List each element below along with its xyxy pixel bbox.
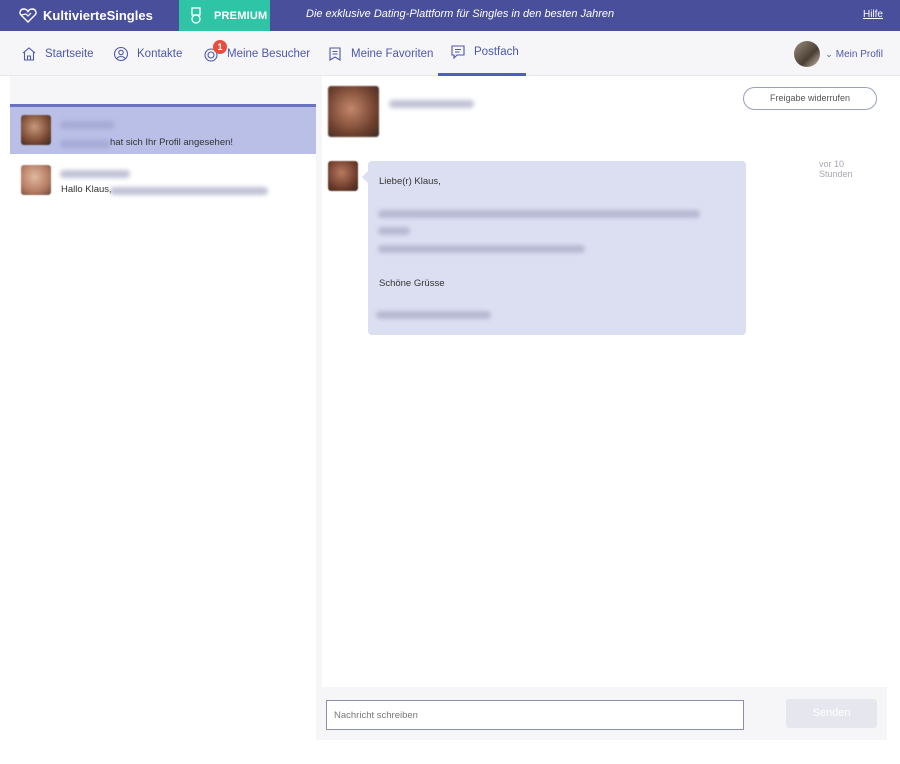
- nav-item-kontakte[interactable]: Kontakte: [113, 31, 182, 76]
- profile-menu-label: Mein Profil: [835, 48, 883, 60]
- contact-name-redacted: [389, 100, 474, 108]
- contact-avatar: [21, 165, 51, 195]
- message-greeting: Liebe(r) Klaus,: [379, 176, 441, 187]
- contact-avatar[interactable]: [328, 86, 379, 137]
- top-bar: KultivierteSingles PREMIUM Die exklusive…: [0, 0, 900, 31]
- nav-label: Startseite: [45, 47, 94, 60]
- contact-name-redacted: [60, 121, 115, 129]
- conversation-sidebar: hat sich Ihr Profil angesehen! Hallo Kla…: [10, 76, 316, 740]
- sender-avatar: [328, 161, 358, 191]
- conversation-preview: Hallo Klaus,: [61, 184, 112, 195]
- premium-button[interactable]: PREMIUM: [179, 0, 270, 31]
- message-body-redacted: [378, 245, 585, 253]
- message-bubble: Liebe(r) Klaus, Schöne Grüsse: [362, 161, 746, 335]
- avatar: [794, 41, 821, 67]
- contact-avatar: [21, 115, 51, 145]
- conversation-list: hat sich Ihr Profil angesehen! Hallo Kla…: [10, 104, 316, 740]
- premium-label: PREMIUM: [214, 9, 268, 22]
- message-closing: Schöne Grüsse: [379, 278, 445, 289]
- nav-item-meine-favoriten[interactable]: Meine Favoriten: [327, 31, 433, 76]
- preview-text-redacted: [110, 187, 268, 195]
- profile-menu[interactable]: ⌄ Mein Profil: [794, 41, 883, 67]
- message-icon: [451, 45, 465, 60]
- chevron-down-icon: ⌄: [825, 48, 833, 59]
- message-input[interactable]: [326, 700, 744, 730]
- nav-label: Meine Besucher: [227, 47, 311, 60]
- main-navigation: Startseite Kontakte 1 Meine Besucher Mei…: [0, 31, 900, 76]
- contact-name-redacted: [60, 170, 130, 178]
- chat-header: Freigabe widerrufen: [322, 76, 887, 151]
- bookmark-icon: [329, 46, 341, 61]
- nav-item-startseite[interactable]: Startseite: [21, 31, 94, 76]
- nav-label: Postfach: [474, 46, 519, 58]
- message-body-redacted: [378, 210, 700, 218]
- nav-label: Kontakte: [137, 47, 183, 60]
- nav-label: Meine Favoriten: [351, 47, 434, 60]
- message-composer: Senden: [322, 687, 887, 740]
- logo[interactable]: KultivierteSingles: [18, 6, 153, 24]
- message-body-redacted: [378, 227, 410, 235]
- medal-icon: [191, 6, 201, 24]
- conversation-preview: hat sich Ihr Profil angesehen!: [110, 137, 234, 148]
- message-thread: Liebe(r) Klaus, Schöne Grüsse vor 10 Stu…: [322, 151, 887, 687]
- revoke-access-button[interactable]: Freigabe widerrufen: [743, 87, 877, 110]
- conversation-item[interactable]: Hallo Klaus,: [10, 157, 316, 207]
- help-link[interactable]: Hilfe: [863, 9, 883, 20]
- visitor-count-badge: 1: [213, 40, 227, 54]
- conversation-item[interactable]: hat sich Ihr Profil angesehen!: [10, 104, 316, 154]
- sender-signature-redacted: [376, 311, 491, 319]
- tagline: Die exklusive Dating-Plattform für Singl…: [306, 8, 615, 20]
- nav-item-meine-besucher[interactable]: 1 Meine Besucher: [203, 31, 310, 76]
- home-icon: [22, 46, 36, 61]
- logo-text: KultivierteSingles: [43, 7, 153, 23]
- chat-panel: Freigabe widerrufen Liebe(r) Klaus, Schö…: [316, 76, 887, 740]
- contact-name-redacted: [60, 140, 110, 148]
- send-button[interactable]: Senden: [786, 699, 877, 728]
- message-timestamp: vor 10 Stunden: [819, 159, 853, 179]
- nav-item-postfach[interactable]: Postfach: [438, 31, 526, 76]
- user-circle-icon: [113, 46, 129, 61]
- heart-logo-icon: [19, 8, 37, 23]
